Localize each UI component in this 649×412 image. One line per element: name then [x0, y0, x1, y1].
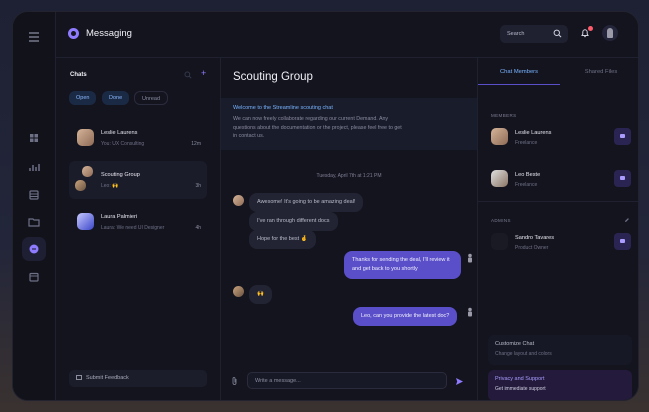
chat-preview: Leo: 🙌	[101, 183, 119, 189]
menu-icon[interactable]	[27, 30, 41, 44]
message-member-button[interactable]	[614, 170, 631, 187]
search-icon	[553, 29, 562, 38]
chat-item-laura[interactable]: Laura Palmieri Laura: We need UI Designe…	[69, 203, 207, 241]
avatar	[77, 213, 94, 230]
member-role: Freelance	[515, 182, 538, 188]
message-member-button[interactable]	[614, 233, 631, 250]
members-panel: Chat Members Shared Files MEMBERS Leslie…	[477, 58, 638, 400]
member-item[interactable]: Leslie Laurens Freelance	[491, 128, 631, 152]
message-bubble: I've ran through different docs	[249, 212, 338, 231]
chat-item-scouting-group[interactable]: Scouting Group Leo: 🙌 3h	[69, 161, 207, 199]
tab-chat-members[interactable]: Chat Members	[478, 58, 560, 85]
storage-icon[interactable]	[27, 188, 41, 202]
chats-panel: Chats + Open Done Unread Leslie Laurens …	[56, 58, 221, 400]
members-section-label: MEMBERS	[491, 113, 517, 118]
message-input[interactable]: Write a message...	[247, 372, 447, 389]
new-chat-button[interactable]: +	[201, 68, 206, 78]
submit-feedback-button[interactable]: Submit Feedback	[69, 370, 207, 387]
chat-preview: You: UX Consulting	[101, 141, 145, 147]
filter-open[interactable]: Open	[69, 91, 97, 105]
divider	[478, 201, 638, 202]
search-placeholder: Search	[507, 31, 525, 37]
chat-name: Scouting Group	[101, 172, 140, 178]
conversation-title: Scouting Group	[233, 71, 313, 83]
message-input-placeholder: Write a message...	[255, 378, 301, 384]
sender-avatar-icon	[468, 307, 472, 317]
card-subtitle: Get immediate support	[495, 386, 546, 392]
feedback-icon	[76, 375, 82, 380]
admins-section-label: ADMINS	[491, 218, 511, 223]
avatar	[82, 166, 93, 177]
chat-name: Laura Palmieri	[101, 214, 138, 220]
dashboard-icon[interactable]	[27, 131, 41, 145]
chat-item-leslie[interactable]: Leslie Laurens You: UX Consulting 12m	[69, 119, 207, 157]
app-title: Messaging	[86, 28, 132, 39]
conversation-date: Tuesday, April 7th at 1:21 PM	[316, 173, 382, 179]
user-avatar[interactable]	[602, 25, 618, 41]
chat-name: Leslie Laurens	[101, 130, 138, 136]
message-bubble: Awesome! It's going to be amazing deal!	[249, 193, 364, 212]
card-title: Customize Chat	[495, 341, 535, 347]
chat-icon[interactable]	[27, 242, 41, 256]
message-bubble: Hope for the best 🤞	[249, 230, 316, 249]
avatar	[491, 170, 508, 187]
feedback-label: Submit Feedback	[86, 375, 129, 381]
member-item[interactable]: Leo Beste Freelance	[491, 170, 631, 194]
avatar	[75, 180, 86, 191]
admin-item[interactable]: Sandro Tavares Product Owner	[491, 233, 631, 257]
member-role: Freelance	[515, 140, 538, 146]
top-header: Messaging Search	[56, 12, 638, 58]
notification-badge	[588, 26, 593, 31]
avatar	[233, 286, 244, 297]
card-subtitle: Change layout and colors	[495, 351, 552, 357]
member-role: Product Owner	[515, 245, 549, 251]
conversation-panel: Scouting Group Welcome to the Streamline…	[221, 58, 477, 400]
member-name: Leo Beste	[515, 172, 541, 178]
message-bubble: Leo, can you provide the latest doc?	[353, 307, 458, 326]
chats-search-icon[interactable]	[184, 71, 192, 79]
chart-icon[interactable]	[27, 160, 41, 174]
card-title: Privacy and Support	[495, 376, 545, 382]
folder-icon[interactable]	[27, 215, 41, 229]
welcome-body: We can now freely collaborate regarding …	[233, 116, 402, 139]
filter-done[interactable]: Done	[102, 91, 130, 105]
chat-time: 12m	[191, 141, 201, 147]
attach-icon[interactable]	[231, 376, 238, 386]
message-bubble: 🙌	[249, 285, 272, 304]
search-input[interactable]: Search	[500, 25, 568, 43]
avatar	[491, 128, 508, 145]
welcome-title: Welcome to the Streamline scouting chat	[233, 105, 333, 111]
messaging-logo-icon	[68, 28, 79, 39]
chat-time: 3h	[195, 183, 201, 189]
avatar	[233, 195, 244, 206]
member-name: Leslie Laurens	[515, 130, 552, 136]
chats-title: Chats	[70, 72, 87, 78]
edit-icon[interactable]	[624, 217, 630, 223]
avatar	[491, 233, 508, 250]
app-window: Messaging Search Chats + Open Done Unrea…	[12, 11, 639, 401]
avatar	[77, 129, 94, 146]
nav-rail	[13, 12, 56, 400]
chat-time: 4h	[195, 225, 201, 231]
message-bubble: Thanks for sending the deal, I'll review…	[344, 251, 461, 279]
tab-shared-files[interactable]: Shared Files	[560, 58, 638, 85]
welcome-banner: Welcome to the Streamline scouting chat …	[221, 98, 477, 150]
message-member-button[interactable]	[614, 128, 631, 145]
member-name: Sandro Tavares	[515, 235, 555, 241]
chat-preview: Laura: We need UI Designer	[101, 225, 165, 231]
privacy-support-card[interactable]: Privacy and Support Get immediate suppor…	[488, 370, 632, 400]
filter-unread[interactable]: Unread	[134, 91, 169, 105]
calendar-icon[interactable]	[27, 270, 41, 284]
send-icon[interactable]	[455, 377, 464, 386]
sender-avatar-icon	[468, 253, 472, 263]
customize-chat-card[interactable]: Customize Chat Change layout and colors	[488, 335, 632, 365]
